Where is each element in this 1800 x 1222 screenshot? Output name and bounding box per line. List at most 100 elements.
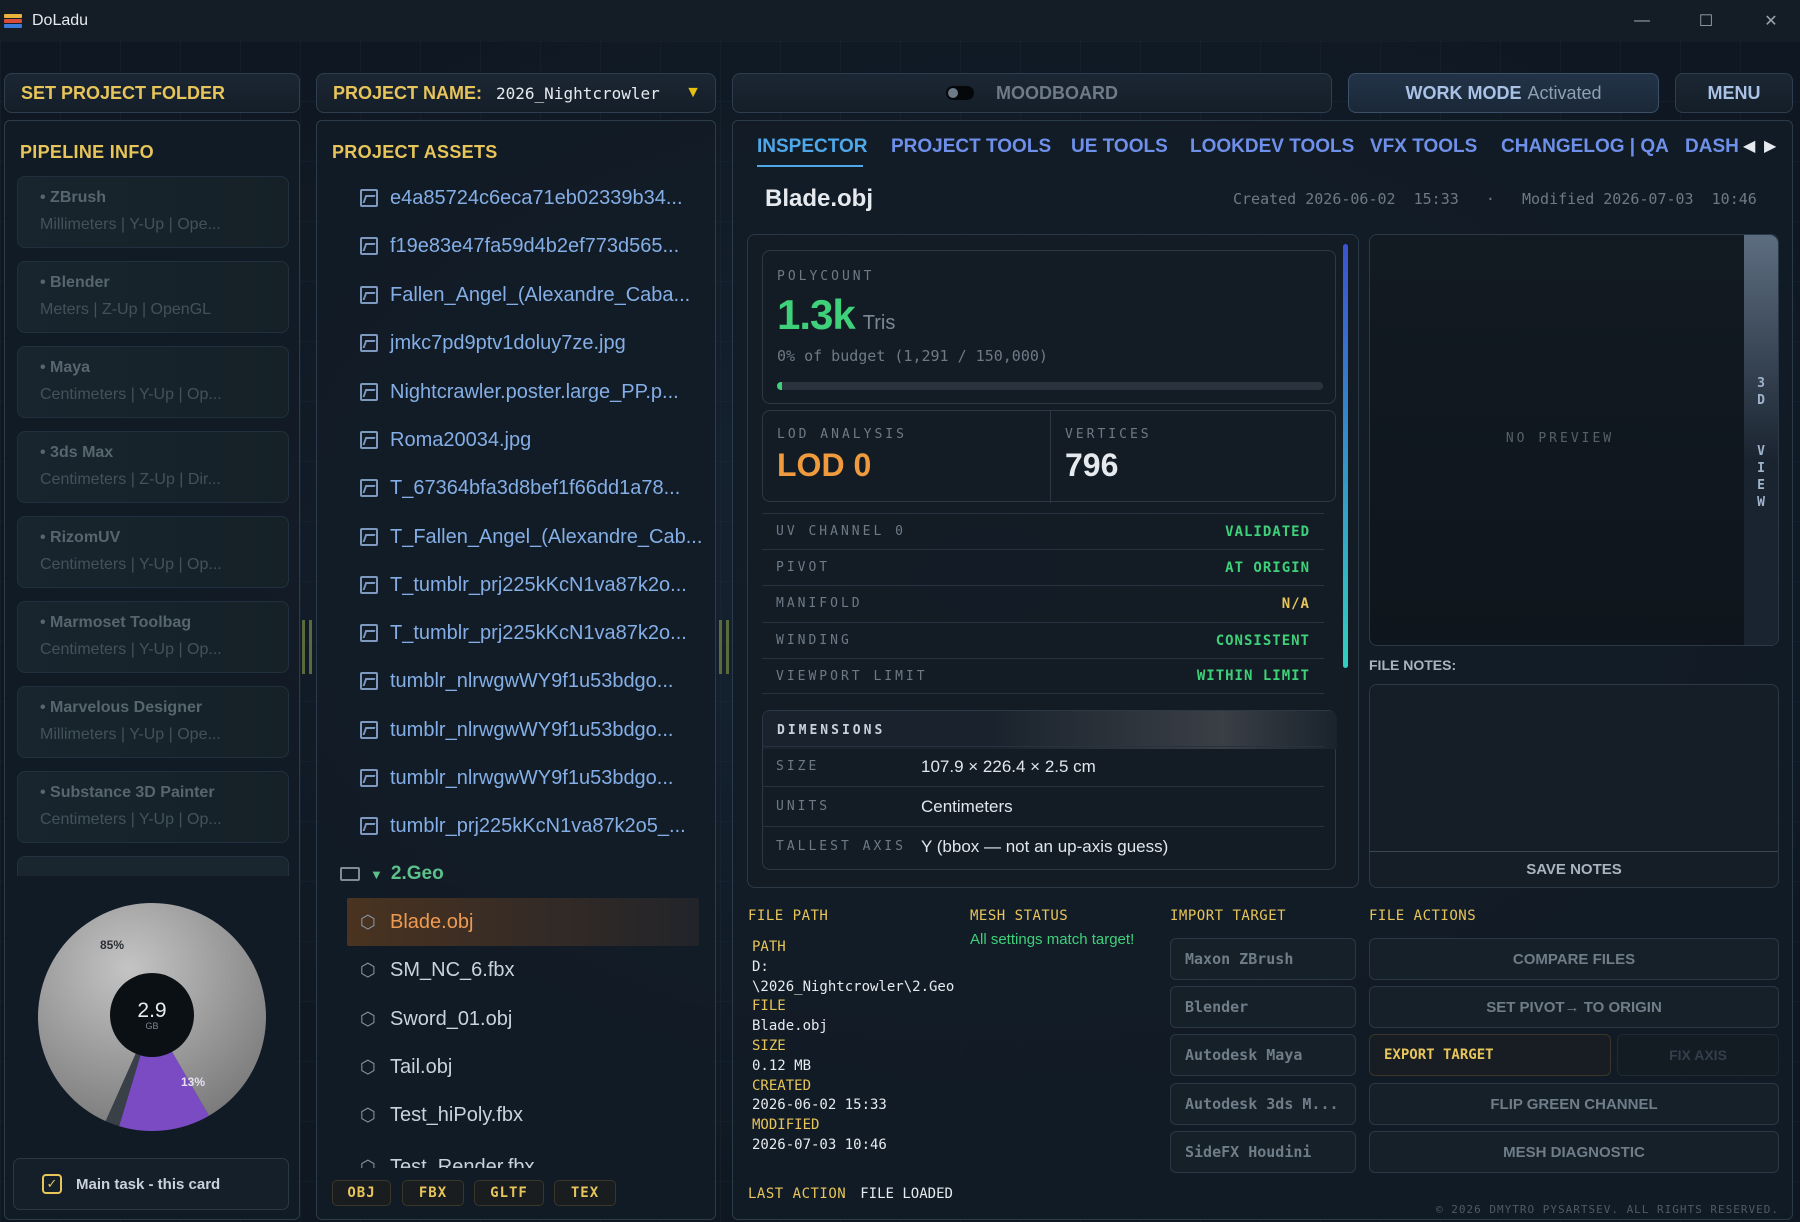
tab-label: PROJECT TOOLS xyxy=(891,136,1052,157)
image-file-icon xyxy=(360,334,378,352)
mesh-diagnostic-label: MESH DIAGNOSTIC xyxy=(1503,1143,1645,1161)
moodboard-toggle[interactable]: MOODBOARD xyxy=(732,73,1332,113)
tab-label: UE TOOLS xyxy=(1071,136,1168,157)
list-item[interactable]: e4a85724c6eca71eb02339b34... xyxy=(360,174,683,222)
import-zbrush-button[interactable]: Maxon ZBrush xyxy=(1170,938,1356,980)
path-value-drive: D: xyxy=(752,958,769,975)
filter-tag-tex[interactable]: TEX xyxy=(554,1180,616,1206)
list-item[interactable]: f19e83e47fa59d4b2ef773d565... xyxy=(360,222,679,270)
filter-tag-obj[interactable]: OBJ xyxy=(332,1180,391,1206)
list-item[interactable]: tumblr_nlrwgwWY9f1u53bdgo... xyxy=(360,754,673,802)
tab-scroll-right-icon[interactable]: ▶ xyxy=(1764,136,1776,156)
file-meta: Created 2026-06-02 15:33 · Modified 2026… xyxy=(1233,190,1757,208)
import-houdini-button[interactable]: SideFX Houdini xyxy=(1170,1131,1356,1173)
title-bar: DoLadu — ☐ ✕ xyxy=(0,0,1800,41)
work-mode-button[interactable]: WORK MODE Activated xyxy=(1348,73,1659,113)
image-file-icon xyxy=(360,189,378,207)
project-assets-title: PROJECT ASSETS xyxy=(332,142,498,162)
flip-green-channel-button[interactable]: FLIP GREEN CHANNEL xyxy=(1369,1083,1779,1125)
tab-ue-tools[interactable]: UE TOOLS xyxy=(1071,136,1168,158)
main-task-card[interactable]: ✓ Main task - this card xyxy=(13,1158,289,1210)
moodboard-label: MOODBOARD xyxy=(996,82,1118,103)
created-key: CREATED xyxy=(752,1077,812,1094)
compare-files-button[interactable]: COMPARE FILES xyxy=(1369,938,1779,980)
cube-icon: ⬡ xyxy=(360,912,376,932)
set-project-folder-button[interactable]: SET PROJECT FOLDER xyxy=(4,73,300,113)
dimensions-label: DIMENSIONS xyxy=(777,723,886,738)
list-item[interactable]: tumblr_prj225kKcN1va87k2o5_... xyxy=(360,802,686,850)
folder-item-geo[interactable]: ▼ 2.Geo xyxy=(340,850,444,898)
pipeline-card[interactable]: • ZBrush Millimeters | Y-Up | Ope... xyxy=(17,176,289,248)
vertices-label: VERTICES xyxy=(1065,427,1152,442)
file-notes-textarea[interactable]: SAVE NOTES xyxy=(1369,684,1779,888)
check-value: VALIDATED xyxy=(1225,523,1310,540)
pipeline-card[interactable]: • Substance 3D Painter Centimeters | Y-Up… xyxy=(17,771,289,843)
list-item[interactable]: Roma20034.jpg xyxy=(360,416,531,464)
middle-splitter-handle[interactable] xyxy=(719,620,729,674)
import-blender-button[interactable]: Blender xyxy=(1170,986,1356,1028)
pipeline-card[interactable]: • Marmoset Toolbag Centimeters | Y-Up | O… xyxy=(17,601,289,673)
list-item[interactable]: jmkc7pd9ptv1doluy7ze.jpg xyxy=(360,319,626,367)
fix-axis-button[interactable]: FIX AXIS xyxy=(1617,1034,1779,1076)
list-item-partial[interactable]: ⬡ Test_Render.fbx xyxy=(360,1150,535,1169)
list-item[interactable]: T_tumblr_prj225kKcN1va87k2o... xyxy=(360,609,687,657)
pipeline-title: PIPELINE INFO xyxy=(20,142,154,162)
pipeline-card[interactable]: • Marvelous Designer Millimeters | Y-Up |… xyxy=(17,686,289,758)
list-item[interactable]: T_Fallen_Angel_(Alexandre_Cab... xyxy=(360,513,702,561)
preview-viewport[interactable]: NO PREVIEW 3 D V I E W xyxy=(1369,234,1779,646)
tab-scroll-left-icon[interactable]: ◀ xyxy=(1743,136,1755,156)
project-name-select[interactable]: PROJECT NAME: 2026_Nightcrowler ▼ xyxy=(316,73,716,113)
last-action-status: LAST ACTION FILE LOADED xyxy=(748,1186,953,1202)
table-row: TALLEST AXIS Y (bbox — not an up-axis gue… xyxy=(762,826,1324,866)
budget-progress-bar xyxy=(777,382,1323,390)
close-button[interactable]: ✕ xyxy=(1738,0,1800,41)
list-item[interactable]: ⬡ SM_NC_6.fbx xyxy=(360,946,515,994)
list-item[interactable]: Nightcrawler.poster.large_PP.p... xyxy=(360,368,679,416)
list-item[interactable]: ⬡ Tail.obj xyxy=(360,1043,452,1091)
list-item[interactable]: Fallen_Angel_(Alexandre_Caba... xyxy=(360,271,690,319)
mesh-diagnostic-button[interactable]: MESH DIAGNOSTIC xyxy=(1369,1131,1779,1173)
set-pivot-button[interactable]: SET PIVOT→ TO ORIGIN xyxy=(1369,986,1779,1028)
stats-scrollbar[interactable] xyxy=(1343,244,1348,668)
left-splitter-handle[interactable] xyxy=(302,620,312,674)
list-item[interactable]: T_67364bfa3d8bef1f66dd1a78... xyxy=(360,464,680,512)
last-action-value: FILE LOADED xyxy=(860,1186,953,1202)
list-item[interactable]: ⬡ Test_hiPoly.fbx xyxy=(360,1091,523,1139)
pipeline-card[interactable]: • 3ds Max Centimeters | Z-Up | Dir... xyxy=(17,431,289,503)
import-3dsmax-button[interactable]: Autodesk 3ds M... xyxy=(1170,1083,1356,1125)
3d-view-button[interactable]: 3 D V I E W xyxy=(1744,235,1778,645)
export-target-button[interactable]: EXPORT TARGET xyxy=(1369,1034,1611,1076)
list-item[interactable]: T_tumblr_prj225kKcN1va87k2o... xyxy=(360,561,687,609)
modified-key: MODIFIED xyxy=(752,1117,820,1134)
list-item[interactable]: tumblr_nlrwgwWY9f1u53bdgo... xyxy=(360,706,673,754)
pipeline-card[interactable]: • Blender Meters | Z-Up | OpenGL xyxy=(17,261,289,333)
pipeline-card[interactable]: • RizomUV Centimeters | Y-Up | Op... xyxy=(17,516,289,588)
tab-inspector[interactable]: INSPECTOR xyxy=(757,136,868,158)
asset-name: T_tumblr_prj225kKcN1va87k2o... xyxy=(390,621,687,644)
maximize-button[interactable]: ☐ xyxy=(1673,0,1739,41)
cube-icon: ⬡ xyxy=(360,1057,376,1077)
mesh-status-text: All settings match target! xyxy=(970,931,1135,948)
tab-project-tools[interactable]: PROJECT TOOLS xyxy=(891,136,1051,158)
tab-dashboard[interactable]: DASH xyxy=(1685,136,1749,158)
pipeline-card[interactable]: • Maya Centimeters | Y-Up | Op... xyxy=(17,346,289,418)
lod-value: LOD 0 xyxy=(777,447,872,483)
polycount-card: POLYCOUNT 1.3k Tris 0% of budget (1,291 … xyxy=(762,250,1336,404)
list-item[interactable]: tumblr_nlrwgwWY9f1u53bdgo... xyxy=(360,657,673,705)
minimize-button[interactable]: — xyxy=(1609,0,1675,41)
list-item[interactable]: ⬡ Sword_01.obj xyxy=(360,995,512,1043)
import-maya-button[interactable]: Autodesk Maya xyxy=(1170,1034,1356,1076)
list-item-selected[interactable]: ⬡ Blade.obj xyxy=(360,898,473,946)
polycount-label: POLYCOUNT xyxy=(777,269,875,284)
tab-lookdev-tools[interactable]: LOOKDEV TOOLS xyxy=(1190,136,1354,158)
file-path-details: PATH D: \2026_Nightcrowler\2.Geo FILE Bl… xyxy=(752,938,954,1156)
menu-button[interactable]: MENU xyxy=(1675,73,1793,113)
tab-changelog-qa[interactable]: CHANGELOG | QA xyxy=(1501,136,1669,158)
tab-vfx-tools[interactable]: VFX TOOLS xyxy=(1370,136,1477,158)
filter-tag-fbx[interactable]: FBX xyxy=(402,1180,464,1206)
filter-tag-label: TEX xyxy=(570,1185,600,1201)
checkbox-checked-icon[interactable]: ✓ xyxy=(42,1174,62,1194)
filter-tag-gltf[interactable]: GLTF xyxy=(474,1180,544,1206)
save-notes-button[interactable]: SAVE NOTES xyxy=(1370,851,1778,887)
polycount-budget: 0% of budget (1,291 / 150,000) xyxy=(777,347,1048,365)
